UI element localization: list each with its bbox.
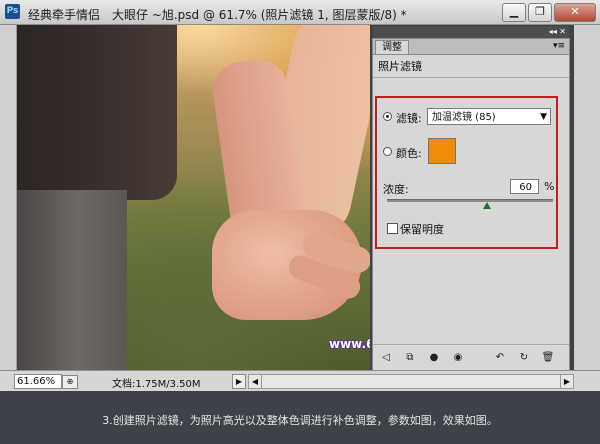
document-title: 大眼仔 ~旭.psd @ 61.7% (照片滤镜 1, 图层蒙版/8) * — [112, 8, 407, 22]
title-bar[interactable]: Ps 经典牵手情侣 大眼仔 ~旭.psd @ 61.7% (照片滤镜 1, 图层… — [0, 0, 600, 25]
density-input[interactable]: 60 — [510, 179, 539, 194]
tab-adjustments[interactable]: 调整 — [375, 40, 409, 54]
minimize-button[interactable]: ▁ — [502, 3, 526, 22]
panel-heading: 照片滤镜 — [378, 60, 422, 73]
panel-dock-bar[interactable]: ◂◂ ✕ — [373, 26, 569, 38]
scroll-right-icon[interactable]: ▶ — [560, 375, 573, 388]
preserve-luminosity-label: 保留明度 — [400, 223, 444, 236]
color-radio[interactable] — [383, 147, 392, 156]
filter-radio[interactable] — [383, 112, 392, 121]
eye-icon[interactable]: ◉ — [451, 352, 465, 364]
view-previous-icon[interactable]: ↶ — [493, 352, 507, 364]
window-frame-right — [574, 25, 600, 370]
panel-tab-bar: 调整 ▾≡ — [373, 39, 569, 55]
status-bar: 61.66% ⊕ 文档:1.75M/3.50M ▶ ◀ ▶ — [0, 370, 600, 391]
status-menu-arrow-icon[interactable]: ▶ — [232, 374, 246, 389]
window-controls: ▁ ❐ ✕ — [502, 3, 596, 22]
color-label: 颜色: — [396, 147, 422, 160]
restore-button[interactable]: ❐ — [528, 3, 552, 22]
mask-visibility-icon[interactable]: ● — [427, 352, 441, 364]
panel-menu-icon[interactable]: ▾≡ — [553, 40, 565, 53]
density-slider-track[interactable] — [387, 199, 553, 202]
back-icon[interactable]: ◁ — [379, 352, 393, 364]
density-unit: % — [544, 180, 555, 193]
panel-footer-toolbar: ◁ ⧉ ● ◉ ↶ ↻ 🗑 — [373, 344, 569, 372]
watermark-text: www.68ps.com — [329, 337, 370, 351]
close-button[interactable]: ✕ — [554, 3, 596, 22]
photo-shirt — [17, 25, 177, 200]
clip-icon[interactable]: ⧉ — [403, 352, 417, 364]
window-frame-left — [0, 25, 17, 370]
filter-label: 滤镜: — [396, 112, 422, 125]
adjustments-panel: ◂◂ ✕ 调整 ▾≡ 照片滤镜 滤镜: 加温滤镜 (85) ▼ 颜色: 浓度: … — [372, 26, 570, 373]
divider — [373, 77, 569, 78]
image-canvas[interactable]: www.68ps.com — [17, 25, 370, 370]
density-label: 浓度: — [383, 183, 409, 196]
delete-icon[interactable]: 🗑 — [541, 352, 555, 364]
reset-icon[interactable]: ↻ — [517, 352, 531, 364]
photoshop-document-window: Ps 经典牵手情侣 大眼仔 ~旭.psd @ 61.7% (照片滤镜 1, 图层… — [0, 0, 600, 391]
document-size-info: 文档:1.75M/3.50M — [112, 379, 201, 390]
density-slider-handle[interactable] — [482, 202, 491, 209]
zoom-menu-icon[interactable]: ⊕ — [62, 375, 78, 389]
filter-select-value: 加温滤镜 (85) — [432, 112, 496, 123]
horizontal-scrollbar[interactable]: ◀ ▶ — [248, 374, 574, 389]
zoom-level-field[interactable]: 61.66% — [14, 374, 62, 389]
chevron-down-icon: ▼ — [540, 112, 547, 122]
app-title: 经典牵手情侣 — [28, 8, 101, 22]
panel-collapse-close-icon[interactable]: ◂◂ ✕ — [549, 26, 566, 38]
photo-pants — [17, 190, 127, 370]
preserve-luminosity-checkbox[interactable] — [387, 223, 398, 234]
color-swatch[interactable] — [428, 138, 456, 164]
filter-select[interactable]: 加温滤镜 (85) ▼ — [427, 108, 551, 125]
tutorial-caption: 3.创建照片滤镜，为照片高光以及整体色调进行补色调整，参数如图，效果如图。 — [102, 414, 498, 427]
photoshop-logo-icon: Ps — [5, 4, 20, 19]
scroll-left-icon[interactable]: ◀ — [249, 375, 262, 388]
